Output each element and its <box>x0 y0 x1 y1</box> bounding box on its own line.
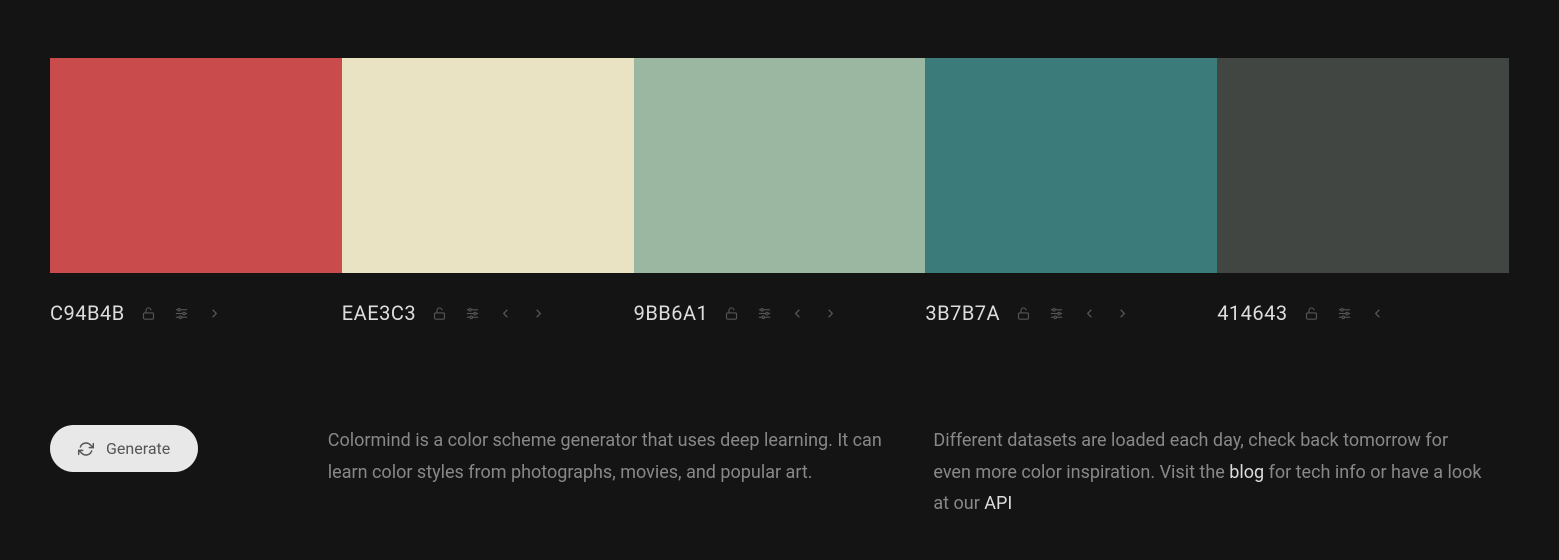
adjust-icon[interactable] <box>172 304 191 323</box>
palette-row <box>50 58 1509 273</box>
datasets-column: Different datasets are loaded each day, … <box>933 425 1509 520</box>
generate-label: Generate <box>106 439 170 458</box>
blog-link[interactable]: blog <box>1229 462 1264 483</box>
swatch-4[interactable] <box>1217 58 1509 273</box>
swatch-label: 9BB6A1 <box>634 301 926 325</box>
swatch-0[interactable] <box>50 58 342 273</box>
refresh-icon <box>78 441 94 457</box>
lock-icon[interactable] <box>139 304 158 323</box>
hex-code: 9BB6A1 <box>634 301 709 325</box>
description-text: Colormind is a color scheme generator th… <box>328 425 884 488</box>
chevron-left-icon[interactable] <box>1368 304 1387 323</box>
hex-code: 3B7B7A <box>925 301 1000 325</box>
adjust-icon[interactable] <box>1047 304 1066 323</box>
chevron-right-icon[interactable] <box>821 304 840 323</box>
lock-icon[interactable] <box>1302 304 1321 323</box>
chevron-right-icon[interactable] <box>529 304 548 323</box>
chevron-left-icon[interactable] <box>788 304 807 323</box>
lock-icon[interactable] <box>1014 304 1033 323</box>
swatch-label: 3B7B7A <box>925 301 1217 325</box>
swatch-label: EAE3C3 <box>342 301 634 325</box>
chevron-right-icon[interactable] <box>1113 304 1132 323</box>
hex-code: 414643 <box>1217 301 1287 325</box>
swatch-2[interactable] <box>634 58 926 273</box>
swatch-label: C94B4B <box>50 301 342 325</box>
generate-column: Generate <box>50 425 328 520</box>
hex-code: EAE3C3 <box>342 301 416 325</box>
adjust-icon[interactable] <box>463 304 482 323</box>
api-link[interactable]: API <box>984 493 1012 514</box>
swatch-label: 414643 <box>1217 301 1509 325</box>
adjust-icon[interactable] <box>1335 304 1354 323</box>
chevron-left-icon[interactable] <box>496 304 515 323</box>
labels-row: C94B4B EAE3C3 9BB6A1 3B7B7A 414643 <box>50 301 1509 325</box>
swatch-1[interactable] <box>342 58 634 273</box>
hex-code: C94B4B <box>50 301 125 325</box>
generate-button[interactable]: Generate <box>50 425 198 472</box>
description-column: Colormind is a color scheme generator th… <box>328 425 934 520</box>
adjust-icon[interactable] <box>755 304 774 323</box>
datasets-text: Different datasets are loaded each day, … <box>933 425 1489 520</box>
lock-icon[interactable] <box>430 304 449 323</box>
footer-row: Generate Colormind is a color scheme gen… <box>50 425 1509 520</box>
chevron-left-icon[interactable] <box>1080 304 1099 323</box>
swatch-3[interactable] <box>925 58 1217 273</box>
lock-icon[interactable] <box>722 304 741 323</box>
chevron-right-icon[interactable] <box>205 304 224 323</box>
